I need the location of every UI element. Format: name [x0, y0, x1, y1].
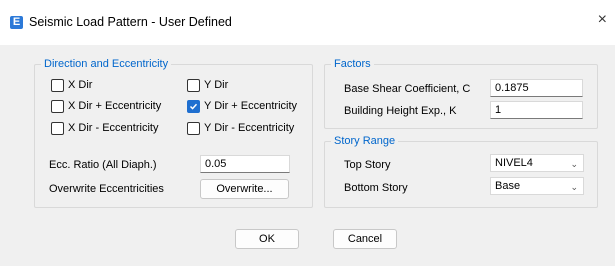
checkbox-box[interactable] — [187, 78, 200, 92]
checkbox-x-dir-minus-ecc[interactable]: X Dir - Eccentricity — [51, 121, 158, 135]
height-exp-input[interactable]: 1 — [490, 101, 583, 119]
checkbox-label: X Dir - Eccentricity — [68, 122, 159, 134]
cancel-button[interactable]: Cancel — [333, 229, 397, 249]
app-logo-icon: E — [10, 16, 23, 29]
checkbox-box[interactable] — [51, 99, 64, 113]
factors-group-title: Factors — [331, 57, 374, 71]
overwrite-eccentricities-label: Overwrite Eccentricities — [49, 183, 164, 195]
ok-button[interactable]: OK — [235, 229, 299, 249]
checkbox-y-dir[interactable]: Y Dir — [187, 78, 228, 92]
story-range-group-title: Story Range — [331, 134, 399, 148]
checkbox-y-dir-minus-ecc[interactable]: Y Dir - Eccentricity — [187, 121, 294, 135]
bottom-story-select[interactable]: Base ⌄ — [490, 177, 584, 195]
title-bar: E Seismic Load Pattern - User Defined × — [0, 0, 615, 45]
height-exp-label: Building Height Exp., K — [344, 105, 457, 117]
bottom-story-label: Bottom Story — [344, 182, 408, 194]
ecc-ratio-label: Ecc. Ratio (All Diaph.) — [49, 159, 157, 171]
checkbox-label: X Dir — [68, 79, 93, 91]
story-range-group: Story Range Top Story NIVEL4 ⌄ Bottom St… — [324, 134, 598, 208]
direction-eccentricity-group: Direction and Eccentricity X Dir X Dir +… — [34, 57, 313, 208]
top-story-label: Top Story — [344, 159, 391, 171]
checkbox-box-checked[interactable] — [187, 99, 200, 113]
top-story-select[interactable]: NIVEL4 ⌄ — [490, 154, 584, 172]
close-icon[interactable]: × — [598, 12, 607, 28]
factors-group: Factors Base Shear Coefficient, C 0.1875… — [324, 57, 598, 129]
top-story-value: NIVEL4 — [495, 157, 533, 169]
chevron-down-icon[interactable]: ⌄ — [570, 156, 578, 172]
checkbox-y-dir-plus-ecc[interactable]: Y Dir + Eccentricity — [187, 99, 297, 113]
bottom-story-value: Base — [495, 180, 521, 192]
chevron-down-icon[interactable]: ⌄ — [570, 179, 578, 195]
checkbox-label: Y Dir + Eccentricity — [204, 100, 298, 112]
checkbox-label: X Dir + Eccentricity — [68, 100, 162, 112]
checkbox-box[interactable] — [187, 121, 200, 135]
direction-group-title: Direction and Eccentricity — [41, 57, 172, 71]
checkbox-box[interactable] — [51, 121, 64, 135]
checkbox-x-dir[interactable]: X Dir — [51, 78, 92, 92]
base-shear-label: Base Shear Coefficient, C — [344, 83, 471, 95]
checkbox-label: Y Dir - Eccentricity — [204, 122, 295, 134]
base-shear-input[interactable]: 0.1875 — [490, 79, 583, 97]
checkbox-label: Y Dir — [204, 79, 229, 91]
window-title: Seismic Load Pattern - User Defined — [29, 15, 232, 29]
checkbox-x-dir-plus-ecc[interactable]: X Dir + Eccentricity — [51, 99, 161, 113]
ecc-ratio-input[interactable]: 0.05 — [200, 155, 290, 173]
checkbox-box[interactable] — [51, 78, 64, 92]
overwrite-button[interactable]: Overwrite... — [200, 179, 289, 199]
